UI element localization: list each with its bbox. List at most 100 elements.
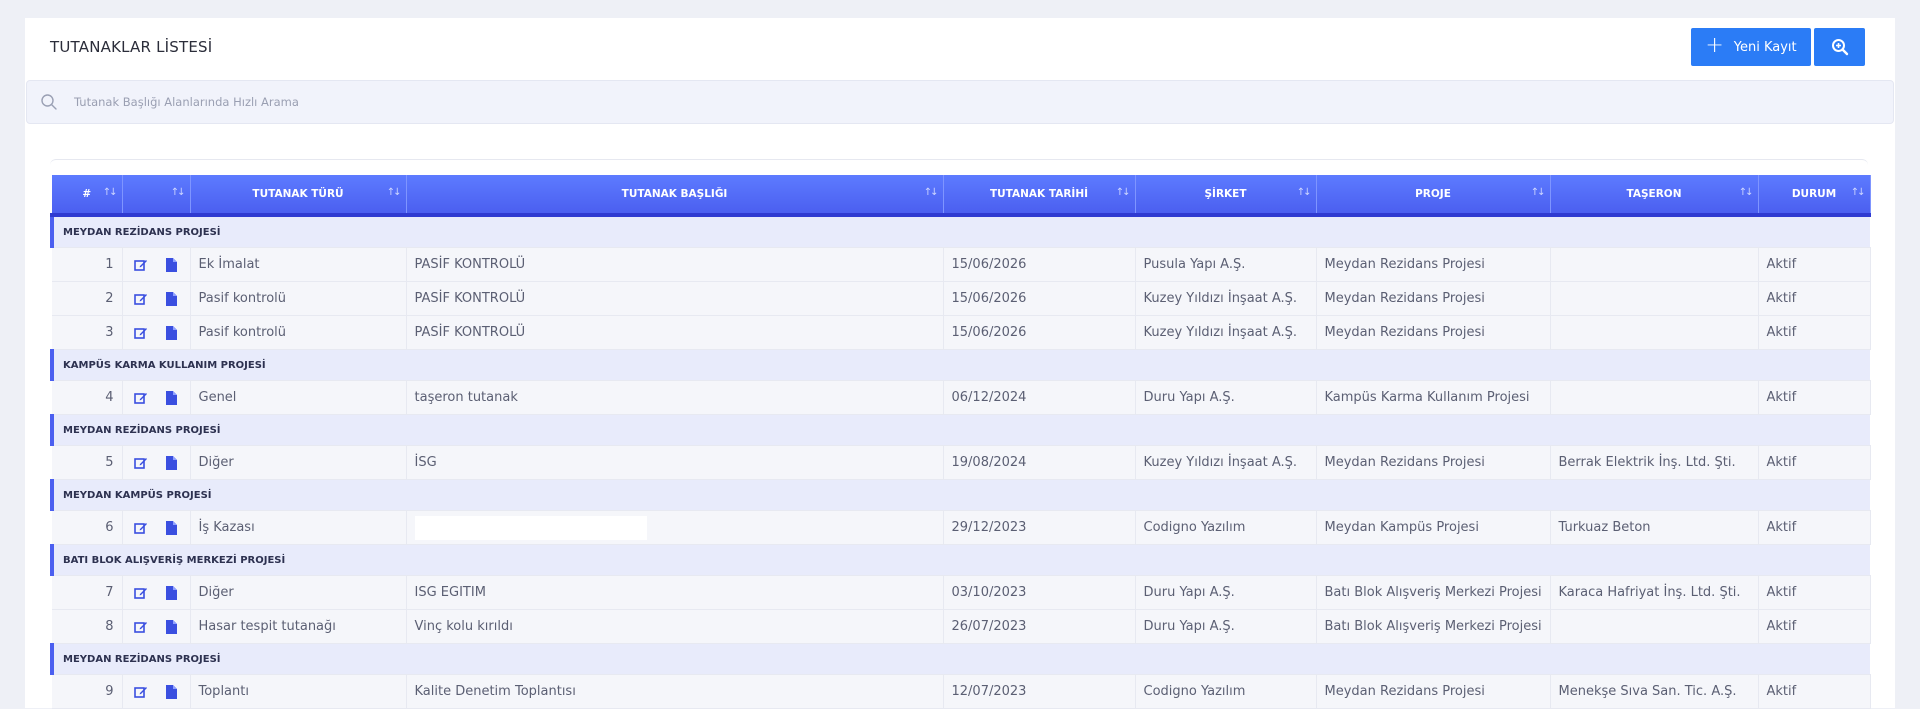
table-row[interactable]: 2 Pasif kontrolü PASİF KONTROLÜ 15/06/2026 K… (52, 281, 1871, 316)
status-cell: Aktif (1758, 510, 1871, 545)
row-number: 2 (52, 281, 123, 316)
status-cell: Aktif (1758, 315, 1871, 350)
sort-icon[interactable]: ↑↓ (171, 187, 186, 198)
row-actions (122, 315, 191, 350)
project-cell: Meydan Rezidans Projesi (1316, 315, 1551, 350)
type-cell: Genel (190, 380, 407, 415)
table-row[interactable]: 1 Ek İmalat PASİF KONTROLÜ 15/06/2026 Pusula… (52, 247, 1871, 282)
subcontractor-cell (1550, 247, 1759, 282)
sort-icon[interactable]: ↑↓ (1531, 187, 1546, 198)
row-actions (122, 281, 191, 316)
search-input[interactable] (72, 94, 1776, 110)
sort-icon[interactable]: ↑↓ (387, 187, 402, 198)
edit-icon[interactable] (132, 256, 150, 274)
company-cell: Kuzey Yıldızı İnşaat A.Ş. (1135, 445, 1317, 480)
subcontractor-cell: Turkuaz Beton (1550, 510, 1759, 545)
document-icon[interactable] (162, 454, 180, 472)
company-cell: Duru Yapı A.Ş. (1135, 575, 1317, 610)
group-row[interactable]: MEYDAN REZİDANS PROJESİ (50, 414, 1870, 446)
date-cell: 15/06/2026 (943, 315, 1136, 350)
table-body: MEYDAN REZİDANS PROJESİ 1 Ek İmalat PASİF K… (50, 215, 1871, 709)
row-number: 3 (52, 315, 123, 350)
group-row[interactable]: BATI BLOK ALIŞVERİŞ MERKEZİ PROJESİ (50, 544, 1870, 576)
table-row[interactable]: 9 Toplantı Kalite Denetim Toplantısı 12/07/… (52, 674, 1871, 709)
plus-icon: + (1705, 33, 1724, 58)
search-bar (26, 80, 1894, 124)
group-row[interactable]: MEYDAN REZİDANS PROJESİ (50, 643, 1870, 675)
col-number-header[interactable]: # ↑↓ (52, 175, 123, 217)
edit-icon[interactable] (132, 618, 150, 636)
zoom-in-icon (1831, 39, 1848, 56)
company-cell: Kuzey Yıldızı İnşaat A.Ş. (1135, 315, 1317, 350)
group-label: MEYDAN REZİDANS PROJESİ (50, 215, 1870, 248)
row-actions (122, 609, 191, 644)
zoom-button[interactable] (1814, 28, 1865, 66)
title-cell: İSG (406, 445, 944, 480)
sort-icon[interactable]: ↑↓ (1297, 187, 1312, 198)
document-icon[interactable] (162, 584, 180, 602)
sort-icon[interactable]: ↑↓ (1739, 187, 1754, 198)
document-icon[interactable] (162, 519, 180, 537)
document-icon[interactable] (162, 683, 180, 701)
type-cell: Pasif kontrolü (190, 281, 407, 316)
group-row[interactable]: MEYDAN KAMPÜS PROJESİ (50, 479, 1870, 511)
edit-icon[interactable] (132, 290, 150, 308)
sort-icon[interactable]: ↑↓ (924, 187, 939, 198)
document-icon[interactable] (162, 290, 180, 308)
search-icon (40, 92, 60, 112)
group-row[interactable]: KAMPÜS KARMA KULLANIM PROJESİ (50, 349, 1870, 381)
table-row[interactable]: 7 Diğer ISG EGITIM 03/10/2023 Duru Yapı A.Ş.… (52, 575, 1871, 610)
edit-icon[interactable] (132, 324, 150, 342)
column-label: # (82, 188, 92, 200)
col-actions-header[interactable]: ↑↓ (122, 175, 191, 217)
new-record-button[interactable]: + Yeni Kayıt (1691, 28, 1811, 66)
column-label: PROJE (1415, 188, 1451, 200)
col-status-header[interactable]: DURUM ↑↓ (1758, 175, 1871, 217)
sort-icon[interactable]: ↑↓ (1851, 187, 1866, 198)
document-icon[interactable] (162, 256, 180, 274)
title-cell: PASİF KONTROLÜ (406, 315, 944, 350)
row-actions (122, 674, 191, 709)
col-company-header[interactable]: ŞİRKET ↑↓ (1135, 175, 1317, 217)
table-row[interactable]: 5 Diğer İSG 19/08/2024 Kuzey Yıldızı İnşaat … (52, 445, 1871, 480)
edit-icon[interactable] (132, 584, 150, 602)
col-title-header[interactable]: TUTANAK BAŞLIĞI ↑↓ (406, 175, 944, 217)
status-cell: Aktif (1758, 609, 1871, 644)
subcontractor-cell: Berrak Elektrik İnş. Ltd. Şti. (1550, 445, 1759, 480)
column-label: DURUM (1791, 188, 1837, 200)
date-cell: 15/06/2026 (943, 281, 1136, 316)
col-date-header[interactable]: TUTANAK TARİHİ ↑↓ (943, 175, 1136, 217)
row-number: 9 (52, 674, 123, 709)
edit-icon[interactable] (132, 454, 150, 472)
table-row[interactable]: 4 Genel taşeron tutanak 06/12/2024 Duru Yapı… (52, 380, 1871, 415)
type-cell: Hasar tespit tutanağı (190, 609, 407, 644)
sort-icon[interactable]: ↑↓ (1116, 187, 1131, 198)
document-icon[interactable] (162, 618, 180, 636)
edit-icon[interactable] (132, 519, 150, 537)
edit-icon[interactable] (132, 389, 150, 407)
status-cell: Aktif (1758, 575, 1871, 610)
col-subcontractor-header[interactable]: TAŞERON ↑↓ (1550, 175, 1759, 217)
title-cell (406, 510, 944, 545)
project-cell: Meydan Rezidans Projesi (1316, 445, 1551, 480)
table-row[interactable]: 3 Pasif kontrolü PASİF KONTROLÜ 15/06/2026 K… (52, 315, 1871, 350)
col-type-header[interactable]: TUTANAK TÜRÜ ↑↓ (190, 175, 407, 217)
table-row[interactable]: 6 İş Kazası 29/12/2023 Codigno Yazılım Meyda… (52, 510, 1871, 545)
status-cell: Aktif (1758, 445, 1871, 480)
col-project-header[interactable]: PROJE ↑↓ (1316, 175, 1551, 217)
document-icon[interactable] (162, 324, 180, 342)
edit-icon[interactable] (132, 683, 150, 701)
date-cell: 06/12/2024 (943, 380, 1136, 415)
company-cell: Codigno Yazılım (1135, 510, 1317, 545)
group-row[interactable]: MEYDAN REZİDANS PROJESİ (50, 215, 1870, 248)
company-cell: Duru Yapı A.Ş. (1135, 609, 1317, 644)
document-icon[interactable] (162, 389, 180, 407)
date-cell: 12/07/2023 (943, 674, 1136, 709)
page-header: TUTANAKLAR LİSTESİ + Yeni Kayıt (25, 18, 1895, 78)
title-cell: PASİF KONTROLÜ (406, 281, 944, 316)
table-row[interactable]: 8 Hasar tespit tutanağı Vinç kolu kırıldı 2… (52, 609, 1871, 644)
sort-icon[interactable]: ↑↓ (103, 187, 118, 198)
company-cell: Codigno Yazılım (1135, 674, 1317, 709)
row-number: 8 (52, 609, 123, 644)
subcontractor-cell: Karaca Hafriyat İnş. Ltd. Şti. (1550, 575, 1759, 610)
